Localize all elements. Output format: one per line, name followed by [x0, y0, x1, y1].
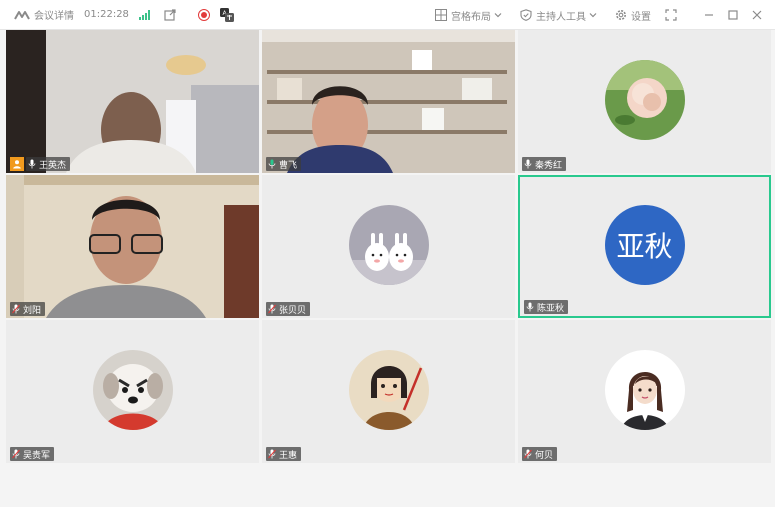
participant-avatar: [348, 204, 429, 285]
bottom-area: [0, 463, 775, 507]
translate-icon[interactable]: A: [219, 7, 234, 22]
participant-tile[interactable]: 王惠: [262, 320, 515, 463]
participant-name: 张贝贝: [279, 305, 307, 316]
participant-tile[interactable]: 刘阳: [6, 175, 259, 318]
participant-nametag: 张贝贝: [266, 302, 311, 316]
shield-icon: [520, 9, 532, 21]
title-bar: 会议详情 01:22:28 A 宫格布局 主持人工具 设置: [0, 0, 775, 30]
fullscreen-icon[interactable]: [665, 9, 677, 21]
participant-nametag: 王英杰: [26, 157, 71, 171]
participant-name: 何贝: [535, 450, 554, 461]
layout-label: 宫格布局: [451, 11, 491, 23]
microphone-muted-icon: [268, 449, 276, 459]
gear-icon: [616, 10, 626, 20]
app-logo-icon: [14, 10, 30, 19]
title-bar-left: 会议详情 01:22:28 A: [0, 7, 234, 22]
record-icon[interactable]: [197, 8, 210, 21]
title-bar-right: 宫格布局 主持人工具 设置: [435, 0, 775, 30]
microphone-icon: [524, 159, 532, 169]
participant-avatar: [604, 59, 685, 140]
participant-tile[interactable]: 张贝贝: [262, 175, 515, 318]
participant-name: 曹飞: [279, 160, 298, 171]
participant-nametag: 王惠: [266, 447, 302, 461]
participant-nametag: 刘阳: [10, 302, 46, 316]
participant-name: 吴贵军: [23, 450, 51, 461]
microphone-muted-icon: [268, 304, 276, 314]
participant-video: [6, 175, 259, 318]
participant-name: 刘阳: [23, 305, 42, 316]
participant-name: 王英杰: [39, 160, 67, 171]
participant-avatar: [604, 349, 685, 430]
participant-tile[interactable]: 何贝: [518, 320, 771, 463]
participant-nametag: 何贝: [522, 447, 558, 461]
microphone-icon: [268, 159, 276, 169]
participant-nametag: 吴贵军: [10, 447, 55, 461]
participant-nametag: 曹飞: [266, 157, 302, 171]
network-signal-icon[interactable]: [138, 9, 150, 20]
microphone-muted-icon: [524, 449, 532, 459]
participant-name: 陈亚秋: [537, 303, 565, 314]
participant-nametag: 陈亚秋: [524, 300, 569, 314]
settings-label: 设置: [631, 11, 651, 23]
participant-tile[interactable]: 曹飞: [262, 30, 515, 173]
host-tools-label: 主持人工具: [536, 11, 586, 23]
maximize-icon[interactable]: [727, 9, 739, 21]
microphone-icon: [28, 159, 36, 169]
participant-tile[interactable]: 秦秀红: [518, 30, 771, 173]
participant-video: [6, 30, 259, 173]
participant-grid: 王英杰 曹飞 秦秀红 刘阳 张贝贝 亚秋 陈亚秋 吴贵军 王惠 何贝: [6, 30, 771, 463]
participant-name: 秦秀红: [535, 160, 563, 171]
participant-tile-active-speaker[interactable]: 亚秋 陈亚秋: [518, 175, 771, 318]
close-icon[interactable]: [751, 9, 763, 21]
participant-avatar: [348, 349, 429, 430]
share-out-icon[interactable]: [164, 8, 176, 21]
participant-name: 王惠: [279, 450, 298, 461]
microphone-muted-icon: [12, 304, 20, 314]
minimize-icon[interactable]: [703, 9, 715, 21]
participant-nametag: 秦秀红: [522, 157, 567, 171]
grid-layout-icon: [435, 9, 447, 21]
meeting-timer: 01:22:28: [84, 9, 129, 20]
host-badge-icon: [10, 157, 24, 171]
participant-avatar: [92, 349, 173, 430]
layout-button[interactable]: 宫格布局: [435, 8, 506, 23]
participant-video: [262, 30, 515, 173]
microphone-muted-icon: [12, 449, 20, 459]
microphone-icon: [526, 302, 534, 312]
settings-button[interactable]: 设置: [615, 8, 651, 23]
chevron-down-icon: [589, 13, 597, 18]
participant-avatar-text: 亚秋: [604, 204, 685, 285]
participant-tile[interactable]: 吴贵军: [6, 320, 259, 463]
chevron-down-icon: [494, 13, 502, 18]
meeting-details-button[interactable]: 会议详情: [14, 7, 74, 22]
meeting-details-label: 会议详情: [34, 11, 74, 22]
participant-tile[interactable]: 王英杰: [6, 30, 259, 173]
host-tools-button[interactable]: 主持人工具: [520, 8, 601, 23]
